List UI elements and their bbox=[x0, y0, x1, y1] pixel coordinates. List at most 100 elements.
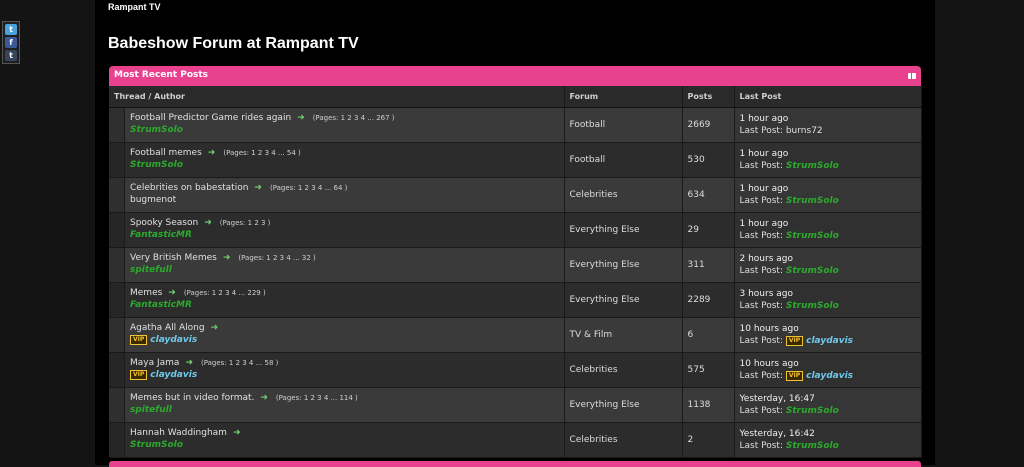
go-to-new-post-icon[interactable]: ➜ bbox=[233, 428, 241, 438]
go-to-new-post-icon[interactable]: ➜ bbox=[254, 183, 262, 193]
posts-value: 6 bbox=[687, 330, 694, 340]
last-post-time-link[interactable]: Yesterday, 16:47 bbox=[740, 393, 916, 405]
last-post-time-link[interactable]: 10 hours ago bbox=[740, 323, 916, 335]
forum-cell[interactable]: Everything Else bbox=[564, 247, 683, 283]
go-to-new-post-icon[interactable]: ➜ bbox=[204, 218, 212, 228]
last-post-time-link[interactable]: 1 hour ago bbox=[740, 113, 916, 125]
table-row: Memes ➜ (Pages: 1 2 3 4 ... 229 ) Fantastic… bbox=[109, 282, 922, 318]
last-post-cell: 1 hour ago Last Post: StrumSolo bbox=[734, 212, 922, 248]
last-post-time-link[interactable]: 1 hour ago bbox=[740, 218, 916, 230]
last-post-author-link[interactable]: StrumSolo bbox=[786, 441, 839, 451]
thread-pages[interactable]: (Pages: 1 2 3 4 ... 229 ) bbox=[184, 289, 266, 297]
last-post-author-link[interactable]: StrumSolo bbox=[786, 196, 839, 206]
thread-title-link[interactable]: Football memes bbox=[130, 148, 202, 158]
thread-pages[interactable]: (Pages: 1 2 3 ) bbox=[220, 219, 271, 227]
thread-pages[interactable]: (Pages: 1 2 3 4 ... 64 ) bbox=[270, 184, 347, 192]
last-post-author-link[interactable]: claydavis bbox=[806, 371, 853, 381]
last-post-author-link[interactable]: StrumSolo bbox=[786, 406, 839, 416]
facebook-icon[interactable]: f bbox=[5, 37, 17, 48]
forum-cell[interactable]: Everything Else bbox=[564, 212, 683, 248]
thread-pages[interactable]: (Pages: 1 2 3 4 ... 267 ) bbox=[313, 114, 395, 122]
twitter-icon[interactable]: t bbox=[5, 24, 17, 35]
vip-badge-icon: VIP bbox=[785, 370, 804, 381]
forum-link[interactable]: Celebrities bbox=[570, 435, 618, 445]
thread-author-link[interactable]: claydavis bbox=[150, 370, 197, 380]
thread-title-link[interactable]: Memes but in video format. bbox=[130, 393, 254, 403]
last-post-cell: 1 hour ago Last Post: StrumSolo bbox=[734, 142, 922, 178]
last-post-author-link[interactable]: StrumSolo bbox=[786, 231, 839, 241]
last-post-author-link[interactable]: StrumSolo bbox=[786, 266, 839, 276]
forum-link[interactable]: Everything Else bbox=[570, 260, 640, 270]
thread-title-link[interactable]: Agatha All Along bbox=[130, 323, 205, 333]
thread-title-link[interactable]: Maya Jama bbox=[130, 358, 179, 368]
go-to-new-post-icon[interactable]: ➜ bbox=[208, 148, 216, 158]
forum-cell[interactable]: Football bbox=[564, 142, 683, 178]
go-to-new-post-icon[interactable]: ➜ bbox=[168, 288, 176, 298]
thread-author-link[interactable]: FantasticMR bbox=[130, 230, 192, 240]
column-posts[interactable]: Posts bbox=[682, 86, 735, 108]
thread-pages[interactable]: (Pages: 1 2 3 4 ... 114 ) bbox=[276, 394, 358, 402]
go-to-new-post-icon[interactable]: ➜ bbox=[185, 358, 193, 368]
forum-cell[interactable]: TV & Film bbox=[564, 317, 683, 353]
forum-link[interactable]: Everything Else bbox=[570, 400, 640, 410]
vip-badge-icon: VIP bbox=[130, 334, 148, 345]
thread-pages[interactable]: (Pages: 1 2 3 4 ... 32 ) bbox=[238, 254, 315, 262]
thread-pages[interactable]: (Pages: 1 2 3 4 ... 54 ) bbox=[223, 149, 300, 157]
thread-author-link[interactable]: claydavis bbox=[150, 335, 197, 345]
forum-link[interactable]: Celebrities bbox=[570, 365, 618, 375]
thread-author-link[interactable]: StrumSolo bbox=[130, 125, 183, 135]
last-post-author-link[interactable]: claydavis bbox=[806, 336, 853, 346]
forum-link[interactable]: Celebrities bbox=[570, 190, 618, 200]
last-post-time-link[interactable]: 1 hour ago bbox=[740, 183, 916, 195]
forum-cell[interactable]: Everything Else bbox=[564, 282, 683, 318]
go-to-new-post-icon[interactable]: ➜ bbox=[260, 393, 268, 403]
forum-cell[interactable]: Celebrities bbox=[564, 177, 683, 213]
last-post-time-link[interactable]: 3 hours ago bbox=[740, 288, 916, 300]
thread-author-link[interactable]: StrumSolo bbox=[130, 160, 183, 170]
forum-cell[interactable]: Everything Else bbox=[564, 387, 683, 423]
thread-cell: Hannah Waddingham ➜ StrumSolo bbox=[109, 422, 565, 458]
thread-title-link[interactable]: Memes bbox=[130, 288, 162, 298]
last-post-author-link[interactable]: burns72 bbox=[786, 126, 823, 136]
last-post-time-link[interactable]: 10 hours ago bbox=[740, 358, 916, 370]
thread-title-link[interactable]: Hannah Waddingham bbox=[130, 428, 227, 438]
column-last-post[interactable]: Last Post bbox=[734, 86, 922, 108]
thread-author-link[interactable]: spitefull bbox=[130, 265, 172, 275]
thread-author-link[interactable]: spitefull bbox=[130, 405, 172, 415]
page-title: Babeshow Forum at Rampant TV bbox=[108, 35, 359, 52]
go-to-new-post-icon[interactable]: ➜ bbox=[297, 113, 305, 123]
forum-link[interactable]: Everything Else bbox=[570, 225, 640, 235]
tumblr-icon[interactable]: t bbox=[5, 50, 17, 61]
thread-status-icon bbox=[109, 108, 125, 142]
thread-status-icon bbox=[109, 248, 125, 282]
page-container: Rampant TV Babeshow Forum at Rampant TV … bbox=[95, 0, 935, 467]
go-to-new-post-icon[interactable]: ➜ bbox=[211, 323, 219, 333]
forum-link[interactable]: Football bbox=[570, 120, 606, 130]
last-post-time-link[interactable]: 1 hour ago bbox=[740, 148, 916, 160]
thread-author-link[interactable]: FantasticMR bbox=[130, 300, 192, 310]
most-recent-posts-panel: Most Recent Posts Thread / Author Forum … bbox=[109, 66, 922, 458]
thread-author-link[interactable]: bugmenot bbox=[130, 195, 176, 205]
forum-link[interactable]: Football bbox=[570, 155, 606, 165]
last-post-cell: 10 hours ago Last Post: VIP claydavis bbox=[734, 352, 922, 388]
column-forum[interactable]: Forum bbox=[564, 86, 683, 108]
thread-title-link[interactable]: Spooky Season bbox=[130, 218, 198, 228]
last-post-time-link[interactable]: Yesterday, 16:42 bbox=[740, 428, 916, 440]
thread-title-link[interactable]: Football Predictor Game rides again bbox=[130, 113, 291, 123]
go-to-new-post-icon[interactable]: ➜ bbox=[223, 253, 231, 263]
last-post-time-link[interactable]: 2 hours ago bbox=[740, 253, 916, 265]
forum-cell[interactable]: Celebrities bbox=[564, 422, 683, 458]
thread-title-link[interactable]: Very British Memes bbox=[130, 253, 217, 263]
thread-title-link[interactable]: Celebrities on babestation bbox=[130, 183, 248, 193]
forum-link[interactable]: TV & Film bbox=[570, 330, 613, 340]
forum-link[interactable]: Everything Else bbox=[570, 295, 640, 305]
site-name-link[interactable]: Rampant TV bbox=[108, 2, 161, 12]
forum-cell[interactable]: Football bbox=[564, 107, 683, 143]
thread-pages[interactable]: (Pages: 1 2 3 4 ... 58 ) bbox=[201, 359, 278, 367]
forum-cell[interactable]: Celebrities bbox=[564, 352, 683, 388]
thread-author-link[interactable]: StrumSolo bbox=[130, 440, 183, 450]
last-post-author-link[interactable]: StrumSolo bbox=[786, 301, 839, 311]
column-thread-author[interactable]: Thread / Author bbox=[109, 86, 565, 108]
last-post-author-link[interactable]: StrumSolo bbox=[786, 161, 839, 171]
collapse-icon[interactable] bbox=[908, 73, 916, 79]
